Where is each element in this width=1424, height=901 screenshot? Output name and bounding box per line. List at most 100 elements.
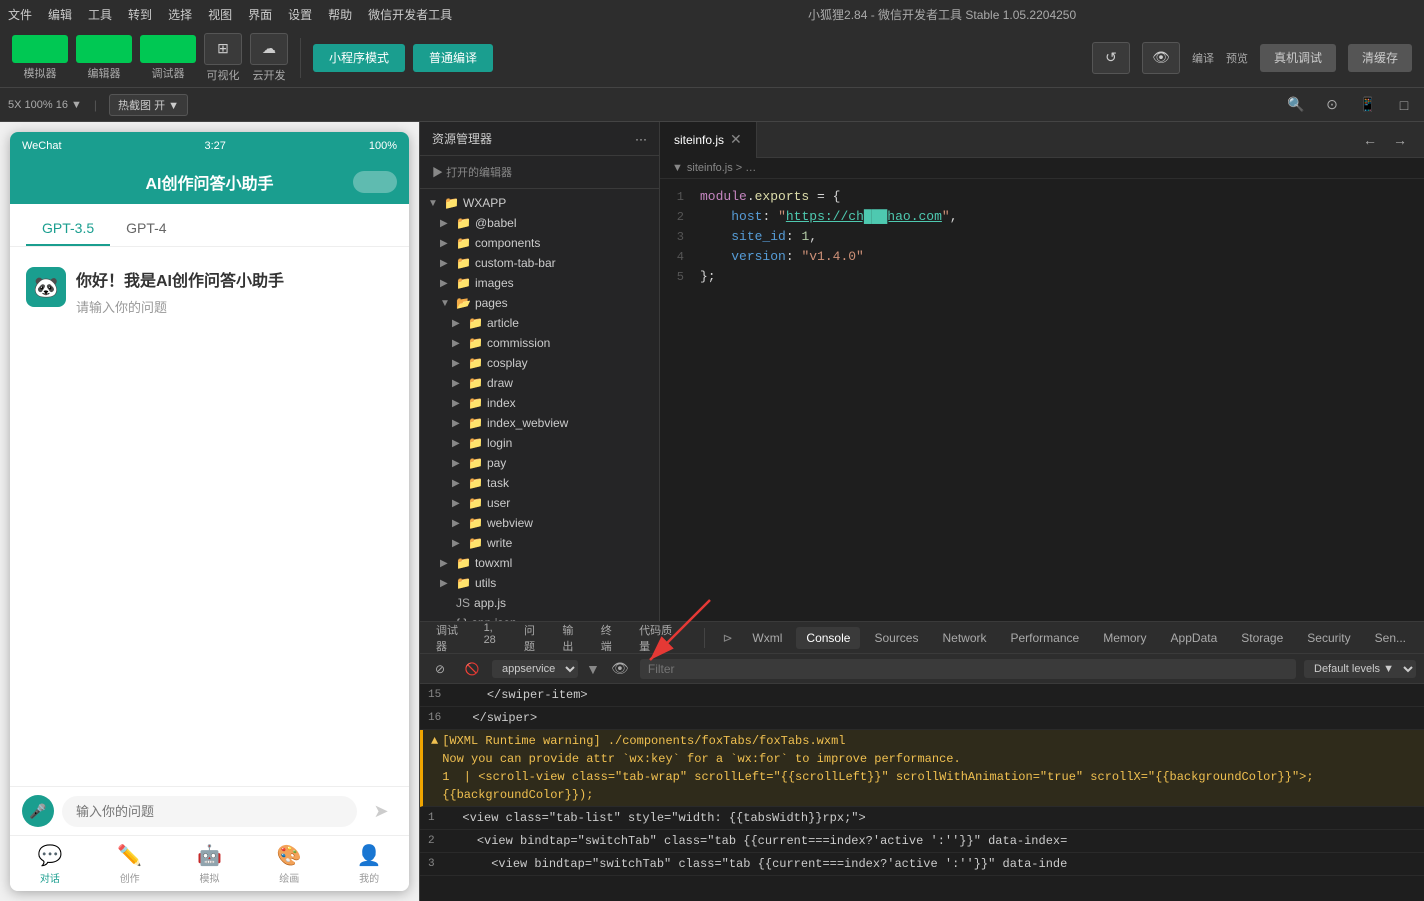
devtools-tab-network[interactable]: Network <box>932 627 996 649</box>
filter-eye-btn[interactable]: 👁 <box>608 657 632 681</box>
cosplay-folder-icon: 📁 <box>468 356 483 370</box>
phone-input[interactable] <box>62 796 357 827</box>
devtools-status-output[interactable]: 输出 <box>554 620 588 656</box>
folder-login[interactable]: ▶ 📁 login <box>420 433 659 453</box>
phone-tabbar-create[interactable]: ✏️ 创作 <box>90 836 170 891</box>
menu-item-view[interactable]: 视图 <box>208 6 232 23</box>
devtools-status-debugger[interactable]: 调试器 <box>428 620 472 656</box>
menu-item-help[interactable]: 帮助 <box>328 6 352 23</box>
toggle-switch[interactable] <box>353 171 397 193</box>
menu-item-tools[interactable]: 工具 <box>88 6 112 23</box>
devtools-tab-console[interactable]: Console <box>796 627 860 649</box>
folder-custom-tab-bar[interactable]: ▶ 📁 custom-tab-bar <box>420 253 659 273</box>
devtools-tab-security[interactable]: Security <box>1297 627 1360 649</box>
devtools-tab-performance[interactable]: Performance <box>1001 627 1090 649</box>
real-debug-btn[interactable]: 真机调试 <box>1260 44 1336 72</box>
square-icon-btn[interactable]: □ <box>1392 93 1416 117</box>
menu-item-wechat[interactable]: 微信开发者工具 <box>368 6 452 23</box>
simulator-btn[interactable] <box>12 35 68 63</box>
folder-babel[interactable]: ▶ 📁 @babel <box>420 213 659 233</box>
dot-icon-btn[interactable]: ⊙ <box>1320 93 1344 117</box>
right-panel: 资源管理器 ··· ▶ 打开的编辑器 ▼ 📁 WXAPP ▶ 📁 @bab <box>420 122 1424 901</box>
filter-level-select[interactable]: Default levels ▼ <box>1304 660 1416 678</box>
devtools-tab-wxml[interactable]: Wxml <box>742 627 792 649</box>
folder-index-webview[interactable]: ▶ 📁 index_webview <box>420 413 659 433</box>
cosplay-label: cosplay <box>487 356 528 370</box>
hotkey-btn[interactable]: 热截图 开 ▼ <box>109 94 188 116</box>
console-block-btn[interactable]: ⊘ <box>428 657 452 681</box>
folder-components[interactable]: ▶ 📁 components <box>420 233 659 253</box>
folder-draw[interactable]: ▶ 📁 draw <box>420 373 659 393</box>
file-tree-more[interactable]: ··· <box>635 132 647 146</box>
folder-towxml[interactable]: ▶ 📁 towxml <box>420 553 659 573</box>
folder-task[interactable]: ▶ 📁 task <box>420 473 659 493</box>
devtools-tab-sources[interactable]: Sources <box>864 627 928 649</box>
tab-gpt35[interactable]: GPT-3.5 <box>26 212 110 246</box>
tab-close-btn[interactable]: ✕ <box>730 131 742 148</box>
nav-back-btn[interactable]: ← <box>1358 128 1382 152</box>
wxapp-root[interactable]: ▼ 📁 WXAPP <box>420 193 659 213</box>
code-content[interactable]: 1 module.exports = { 2 host: "https://ch… <box>660 179 1424 621</box>
menu-item-goto[interactable]: 转到 <box>128 6 152 23</box>
menu-item-file[interactable]: 文件 <box>8 6 32 23</box>
search-icon-btn[interactable]: 🔍 <box>1284 93 1308 117</box>
filter-source-select[interactable]: appservice <box>492 660 578 678</box>
nav-forward-btn[interactable]: → <box>1388 128 1412 152</box>
send-btn[interactable]: ➤ <box>365 795 397 827</box>
console-clear-btn[interactable]: 🚫 <box>460 657 484 681</box>
menu-item-settings[interactable]: 设置 <box>288 6 312 23</box>
devtools-tab-more[interactable]: Sen... <box>1365 627 1416 649</box>
menu-bar: 文件 编辑 工具 转到 选择 视图 界面 设置 帮助 微信开发者工具 小狐狸2.… <box>0 0 1424 28</box>
debugger-btn[interactable] <box>140 35 196 63</box>
editor-btn[interactable] <box>76 35 132 63</box>
editor-tab-siteinfo[interactable]: siteinfo.js ✕ <box>660 122 757 158</box>
voice-btn[interactable]: 🎤 <box>22 795 54 827</box>
folder-cosplay[interactable]: ▶ 📁 cosplay <box>420 353 659 373</box>
menu-item-edit[interactable]: 编辑 <box>48 6 72 23</box>
menu-item-ui[interactable]: 界面 <box>248 6 272 23</box>
devtools-tab-memory[interactable]: Memory <box>1093 627 1156 649</box>
phone-icon-btn[interactable]: 📱 <box>1356 93 1380 117</box>
open-files-section: ▶ 打开的编辑器 <box>420 156 659 189</box>
phone-tabbar-chat[interactable]: 💬 对话 <box>10 836 90 891</box>
clear-cache-btn[interactable]: 清缓存 <box>1348 44 1412 72</box>
folder-webview[interactable]: ▶ 📁 webview <box>420 513 659 533</box>
preview-icon-btn[interactable]: 👁 <box>1142 42 1180 74</box>
open-files-label[interactable]: ▶ 打开的编辑器 <box>420 160 659 184</box>
folder-write[interactable]: ▶ 📁 write <box>420 533 659 553</box>
folder-commission[interactable]: ▶ 📁 commission <box>420 333 659 353</box>
phone-tabbar-me[interactable]: 👤 我的 <box>329 836 409 891</box>
custom-tabbar-folder-icon: 📁 <box>456 256 471 270</box>
folder-pages[interactable]: ▼ 📂 pages <box>420 293 659 313</box>
folder-article[interactable]: ▶ 📁 article <box>420 313 659 333</box>
write-folder-icon: 📁 <box>468 536 483 550</box>
folder-utils[interactable]: ▶ 📁 utils <box>420 573 659 593</box>
devtools-status-quality[interactable]: 代码质量 <box>631 620 684 656</box>
phone-tabbar-simulate[interactable]: 🤖 模拟 <box>170 836 250 891</box>
devtools-status-problems[interactable]: 问题 <box>516 620 550 656</box>
devtools-status-terminal[interactable]: 终端 <box>593 620 627 656</box>
refresh-btn[interactable]: ↺ <box>1092 42 1130 74</box>
devtools-tab-appdata[interactable]: AppData <box>1161 627 1228 649</box>
menu-item-select[interactable]: 选择 <box>168 6 192 23</box>
main-content: WeChat 3:27 100% AI创作问答小助手 GPT-3.5 GPT-4… <box>0 122 1424 901</box>
folder-images[interactable]: ▶ 📁 images <box>420 273 659 293</box>
devtools-nav-btn[interactable]: ⊳ <box>717 626 739 650</box>
visualize-btn[interactable]: ⊞ <box>204 33 242 65</box>
zoom-info[interactable]: 5X 100% 16 ▼ <box>8 99 82 111</box>
file-app-js[interactable]: ▶ JS app.js <box>420 593 659 613</box>
cloud-btn[interactable]: ☁ <box>250 33 288 65</box>
write-label: write <box>487 536 512 550</box>
editor-area: 资源管理器 ··· ▶ 打开的编辑器 ▼ 📁 WXAPP ▶ 📁 @bab <box>420 122 1424 621</box>
folder-index[interactable]: ▶ 📁 index <box>420 393 659 413</box>
phone-tabs: GPT-3.5 GPT-4 <box>10 204 409 247</box>
tab-gpt4[interactable]: GPT-4 <box>110 212 182 246</box>
compile-select-btn[interactable]: 普通编译 <box>413 44 493 72</box>
folder-user[interactable]: ▶ 📁 user <box>420 493 659 513</box>
miniprogram-mode-btn[interactable]: 小程序模式 <box>313 44 405 72</box>
phone-tabbar-paint[interactable]: 🎨 绘画 <box>249 836 329 891</box>
devtools-tab-storage[interactable]: Storage <box>1231 627 1293 649</box>
tabbar-me-label: 我的 <box>359 870 379 885</box>
folder-pay[interactable]: ▶ 📁 pay <box>420 453 659 473</box>
console-filter-input[interactable] <box>640 659 1296 679</box>
